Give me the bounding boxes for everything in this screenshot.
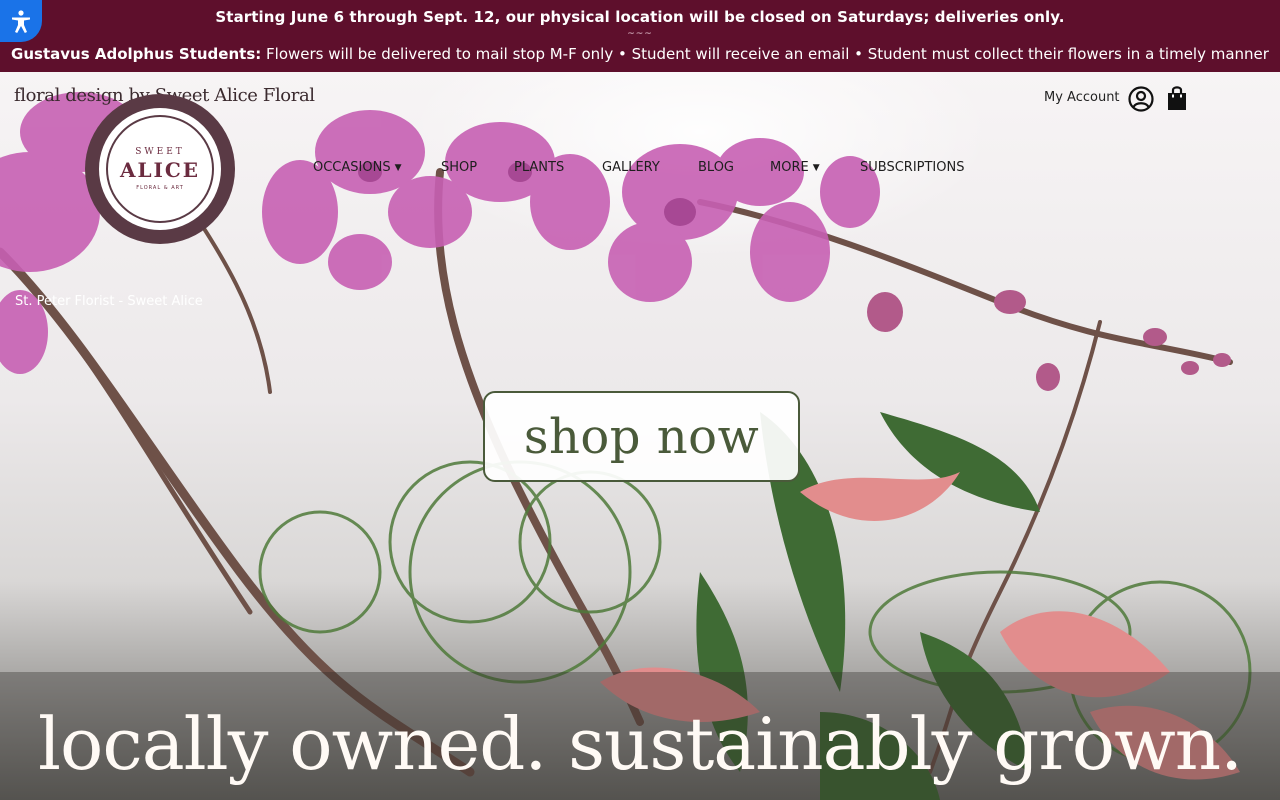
nav-item-label: SHOP — [441, 160, 478, 175]
logo-sub-text: FLORAL & ART — [136, 185, 184, 191]
hero-section: floral design by Sweet Alice Floral SWEE… — [0, 72, 1280, 800]
logo-top-text: SWEET — [135, 147, 185, 157]
nav-item-occasions[interactable]: OCCASIONS ▼ — [313, 160, 402, 175]
nav-item-label: PLANTS — [514, 160, 565, 175]
chevron-down-icon: ▼ — [394, 163, 402, 173]
announcement-line-1: Starting June 6 through Sept. 12, our ph… — [215, 8, 1065, 26]
nav-item-gallery[interactable]: GALLERY — [602, 160, 660, 175]
announcement-divider: ~~~ — [627, 29, 653, 39]
nav-item-label: OCCASIONS — [313, 160, 391, 175]
nav-item-subscriptions[interactable]: SUBSCRIPTIONS — [860, 160, 964, 175]
shop-now-label: shop now — [523, 408, 760, 465]
main-nav: OCCASIONS ▼ SHOP PLANTS GALLERY BLOG MORE… — [0, 160, 1280, 180]
accessibility-icon — [12, 10, 30, 33]
nav-item-label: GALLERY — [602, 160, 660, 175]
nav-item-label: SUBSCRIPTIONS — [860, 160, 965, 175]
nav-item-label: MORE — [770, 160, 809, 175]
nav-item-more[interactable]: MORE ▼ — [770, 160, 820, 175]
nav-item-plants[interactable]: PLANTS — [514, 160, 564, 175]
nav-item-label: BLOG — [698, 160, 735, 175]
nav-item-shop[interactable]: SHOP — [441, 160, 477, 175]
announcement-line-2-bold: Gustavus Adolphus Students: — [11, 45, 262, 63]
announcement-line-2: Gustavus Adolphus Students: Flowers will… — [0, 45, 1280, 63]
nav-item-blog[interactable]: BLOG — [698, 160, 734, 175]
my-account-link[interactable]: My Account — [1044, 90, 1120, 105]
user-circle-icon[interactable] — [1128, 86, 1154, 112]
shopping-bag-icon[interactable] — [1166, 85, 1188, 111]
announcement-bar: Starting June 6 through Sept. 12, our ph… — [0, 0, 1280, 72]
shop-now-button[interactable]: shop now — [483, 391, 800, 482]
announcement-line-2-text: Flowers will be delivered to mail stop M… — [261, 45, 1269, 63]
hero-headline: locally owned. sustainably grown. — [38, 702, 1243, 786]
chevron-down-icon: ▼ — [812, 163, 820, 173]
seo-heading: St. Peter Florist - Sweet Alice — [15, 294, 203, 309]
accessibility-button[interactable] — [0, 0, 42, 42]
